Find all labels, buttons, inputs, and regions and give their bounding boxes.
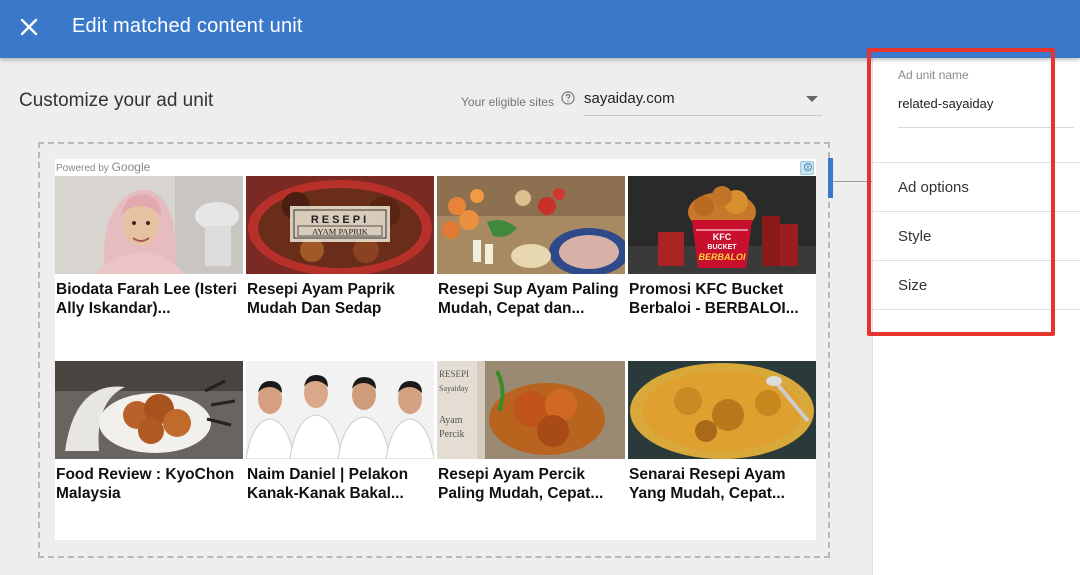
panel-divider — [873, 309, 1080, 310]
settings-side-panel: Ad unit name related-sayaiday Ad options… — [872, 58, 1080, 575]
ad-card[interactable]: Biodata Farah Lee (Isteri Ally Iskandar)… — [55, 176, 243, 346]
ad-card[interactable]: Resepi Sup Ayam Paling Mudah, Cepat dan.… — [437, 176, 625, 346]
input-underline — [898, 127, 1074, 128]
eligible-sites-select[interactable]: sayaiday.com — [584, 82, 822, 116]
overlay-text-bucket: BUCKET — [707, 244, 737, 251]
panel-item-style[interactable]: Style — [873, 211, 1080, 260]
ad-card-title: Biodata Farah Lee (Isteri Ally Iskandar)… — [56, 281, 237, 317]
ayam-percik-photo: RESEPI Sayaiday Ayam Percik — [437, 361, 625, 459]
selected-element-marker — [828, 158, 833, 198]
overlay-text-ayam: Ayam — [439, 415, 463, 426]
close-icon — [20, 18, 38, 36]
ad-card[interactable]: KFC BUCKET BERBALOI Promosi KFC Bucket B… — [628, 176, 816, 346]
panel-item-label: Size — [898, 277, 928, 294]
selected-site-value: sayaiday.com — [584, 90, 675, 107]
overlay-text-kfc: KFC — [713, 232, 732, 242]
page-title: Edit matched content unit — [72, 15, 303, 37]
overlay-text-resepi: RESEPI — [311, 214, 369, 226]
curry-chicken-photo — [628, 361, 816, 459]
chevron-down-icon — [806, 96, 818, 102]
soup-ingredients-photo — [437, 176, 625, 274]
overlay-text-berbaloi: BERBALOI — [699, 252, 746, 262]
ad-card[interactable]: Naim Daniel | Pelakon Kanak-Kanak Bakal.… — [246, 361, 434, 531]
help-icon[interactable] — [561, 91, 575, 105]
ad-card[interactable]: Senarai Resepi Ayam Yang Mudah, Cepat... — [628, 361, 816, 531]
overlay-text-resepi: RESEPI — [439, 369, 469, 379]
ayam-paprik-dish-photo: RESEPI AYAM PAPRIK — [246, 176, 434, 274]
powered-by-google: Powered by Google — [56, 160, 150, 174]
panel-item-label: Ad options — [898, 179, 969, 196]
fried-chicken-photo — [55, 361, 243, 459]
ad-card[interactable]: RESEPI Sayaiday Ayam Percik Resepi Ayam … — [437, 361, 625, 531]
main-content: Customize your ad unit Your eligible sit… — [0, 58, 872, 575]
four-boys-photo — [246, 361, 434, 459]
panel-item-ad-options[interactable]: Ad options — [873, 162, 1080, 211]
ad-card-title: Senarai Resepi Ayam Yang Mudah, Cepat... — [629, 466, 786, 502]
overlay-text-sayaiday: Sayaiday — [439, 384, 468, 393]
ad-card-title: Food Review : KyoChon Malaysia — [56, 466, 235, 502]
powered-by-label: Powered by — [56, 163, 109, 174]
customize-heading: Customize your ad unit — [19, 90, 214, 111]
ad-card[interactable]: RESEPI AYAM PAPRIK Resepi Ayam Paprik Mu… — [246, 176, 434, 346]
woman-hijab-photo — [55, 176, 243, 274]
ad-preview-frame: Powered by Google i Biodata Farah Lee (I… — [38, 142, 830, 558]
ad-unit-name-input[interactable]: related-sayaiday — [898, 96, 993, 111]
ad-card-title: Resepi Sup Ayam Paling Mudah, Cepat dan.… — [438, 281, 619, 317]
matched-content-ad-unit: Powered by Google i Biodata Farah Lee (I… — [55, 159, 816, 540]
overlay-text-ayam-paprik: AYAM PAPRIK — [312, 227, 369, 237]
google-brand-label: Google — [111, 160, 151, 174]
ad-card-title: Naim Daniel | Pelakon Kanak-Kanak Bakal.… — [247, 466, 409, 502]
info-icon[interactable]: i — [800, 161, 814, 175]
ad-card-title: Resepi Ayam Percik Paling Mudah, Cepat..… — [438, 466, 604, 502]
ad-unit-name-label: Ad unit name — [898, 68, 969, 82]
close-button[interactable] — [14, 12, 44, 42]
ad-card-title: Resepi Ayam Paprik Mudah Dan Sedap — [247, 281, 395, 317]
connector-line — [833, 181, 873, 182]
overlay-text-percik: Percik — [439, 429, 465, 440]
ad-card-title: Promosi KFC Bucket Berbaloi - BERBALOI..… — [629, 281, 799, 317]
panel-item-size[interactable]: Size — [873, 260, 1080, 309]
kfc-bucket-photo: KFC BUCKET BERBALOI — [628, 176, 816, 274]
eligible-sites-label: Your eligible sites — [461, 95, 554, 109]
panel-item-label: Style — [898, 228, 932, 245]
info-glyph: i — [804, 163, 812, 171]
top-app-bar: Edit matched content unit — [0, 0, 1080, 58]
ad-card[interactable]: Food Review : KyoChon Malaysia — [55, 361, 243, 531]
